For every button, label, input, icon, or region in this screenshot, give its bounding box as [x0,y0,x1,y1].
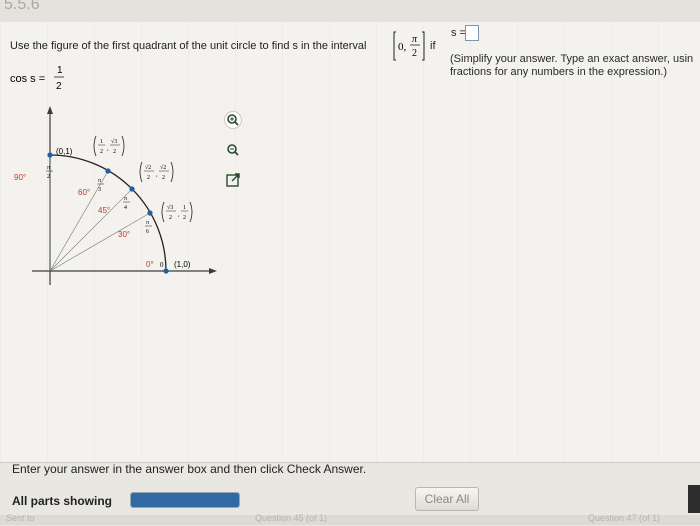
deg-60-label: 60° [78,188,90,197]
svg-text:π: π [47,165,50,171]
svg-text:1: 1 [100,139,103,145]
progress-bar [130,492,240,508]
coord-30: √3 2 , 1 2 [161,201,193,223]
svg-text:1: 1 [183,205,186,211]
unit-circle-figure: (0,1) (1,0) 90° 60° 45° 30° 0° π 2 π 3 π… [14,106,217,285]
instruction-text: Enter your answer in the answer box and … [12,462,367,476]
parts-showing-label: All parts showing [12,494,113,508]
title-bar: 5.5.6 [0,0,700,23]
point-90 [47,152,53,158]
svg-text:,: , [178,212,180,218]
point-60 [105,168,111,174]
label-point-0-1: (0,1) [56,147,73,156]
deg-0-label: 0° [146,260,154,269]
coord-45: √2 2 , √2 2 [139,161,174,183]
given-lhs: cos s = [10,73,45,85]
y-axis-arrow [47,106,53,114]
point-0 [163,268,169,274]
answer-hint-line1: (Simplify your answer. Type an exact ans… [450,53,694,65]
progress-fill [131,493,239,507]
assignment-title: 5.5.6 [4,0,40,13]
given-equation: cos s = 1 2 [10,65,64,92]
zoom-out-icon[interactable] [224,141,242,159]
bottom-left-text: Sent to [6,513,35,523]
interval-left: 0, [398,41,407,53]
interval-num: π [412,34,418,45]
svg-text:6: 6 [146,229,149,235]
deg-30-label: 30° [118,230,130,239]
answer-label: s = [451,27,466,39]
svg-text:2: 2 [162,175,165,181]
deg-90-label: 90° [14,173,26,182]
interval-den: 2 [412,48,417,59]
svg-text:2: 2 [147,175,150,181]
svg-text:3: 3 [98,187,101,193]
clear-all-button[interactable]: Clear All [415,487,479,511]
answer-input[interactable] [465,25,479,41]
svg-text:√2: √2 [160,164,166,171]
answer-hint-line2: fractions for any numbers in the express… [450,66,668,78]
if-word: if [430,40,436,52]
svg-text:√2: √2 [145,164,151,171]
coord-60: 1 2 , √3 2 [93,135,125,157]
radian-30: π 6 [145,220,152,235]
radian-0: 0 [160,261,164,269]
next-question-link[interactable]: Question 47 (of 1) [588,513,660,523]
x-axis-arrow [209,268,217,274]
given-den: 2 [56,81,62,92]
label-point-1-0: (1,0) [174,260,191,269]
svg-text:4: 4 [124,205,127,211]
svg-text:,: , [156,172,158,178]
svg-text:√3: √3 [167,204,173,211]
svg-text:π: π [124,196,127,202]
svg-text:π: π [146,220,149,226]
svg-text:,: , [107,146,109,152]
svg-text:2: 2 [169,215,172,221]
side-tab[interactable] [688,485,700,513]
radian-45: π 4 [123,196,130,211]
svg-text:π: π [98,178,101,184]
zoom-in-icon[interactable] [224,111,242,129]
svg-text:2: 2 [183,215,186,221]
point-30 [147,210,153,216]
question-prompt: Use the figure of the first quadrant of … [10,40,367,52]
given-num: 1 [57,65,63,76]
popout-icon[interactable] [224,171,242,189]
svg-text:2: 2 [100,149,103,155]
point-45 [129,186,135,192]
svg-text:2: 2 [113,149,116,155]
svg-text:2: 2 [47,174,50,180]
svg-text:√3: √3 [111,138,117,145]
deg-45-label: 45° [98,206,110,215]
interval-expression: 0, π 2 [393,31,425,61]
previous-question-link[interactable]: Question 45 (of 1) [255,513,327,523]
